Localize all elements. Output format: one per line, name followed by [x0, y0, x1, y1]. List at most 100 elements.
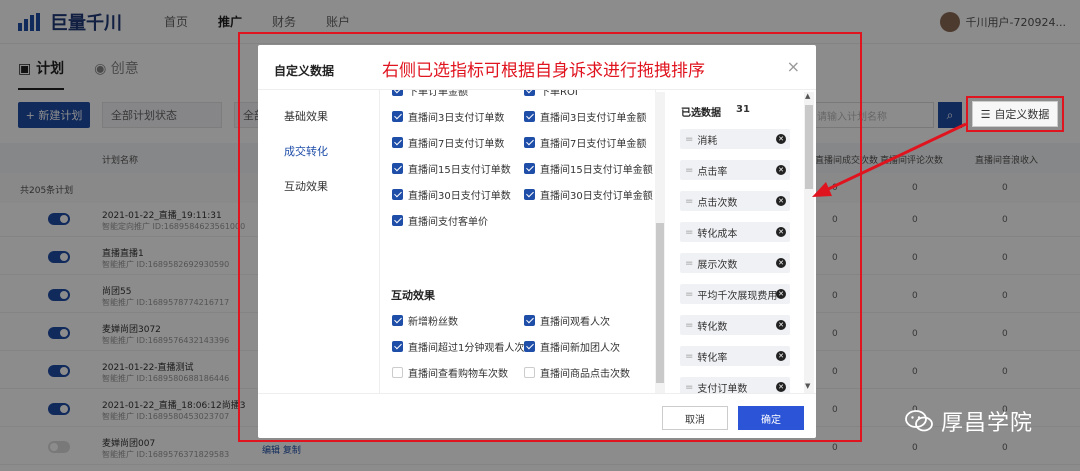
metric-checkbox[interactable]: 直播间3日支付订单数: [392, 109, 504, 124]
options-scroll-thumb[interactable]: [656, 223, 664, 383]
selected-metric-chip[interactable]: = 点击次数 ✕: [680, 191, 790, 211]
drag-handle-icon[interactable]: =: [685, 320, 693, 331]
checkbox-icon[interactable]: [392, 341, 403, 352]
checkbox-icon[interactable]: [392, 111, 403, 122]
selected-metric-chip[interactable]: = 转化率 ✕: [680, 346, 790, 366]
cancel-button[interactable]: 取消: [662, 406, 728, 430]
checkbox-icon[interactable]: [524, 90, 535, 96]
selected-metric-chip[interactable]: = 转化成本 ✕: [680, 222, 790, 242]
category-nav: 基础效果 成交转化 互动效果: [258, 90, 380, 393]
metric-checkbox[interactable]: 直播间商品点击次数: [524, 365, 630, 380]
checkbox-icon[interactable]: [524, 315, 535, 326]
list-icon: ☰: [980, 107, 991, 121]
selected-metric-chip[interactable]: = 消耗 ✕: [680, 129, 790, 149]
remove-icon[interactable]: ✕: [776, 351, 786, 361]
checkbox-icon[interactable]: [392, 315, 403, 326]
remove-icon[interactable]: ✕: [776, 227, 786, 237]
checkbox-icon[interactable]: [524, 367, 535, 378]
drag-handle-icon[interactable]: =: [685, 382, 693, 393]
drag-handle-icon[interactable]: =: [685, 196, 693, 207]
metric-label: 直播间超过1分钟观看人次: [408, 343, 525, 354]
checkbox-icon[interactable]: [392, 215, 403, 226]
checkbox-icon[interactable]: [392, 189, 403, 200]
nav-conversion[interactable]: 成交转化: [284, 143, 328, 159]
drag-handle-icon[interactable]: =: [685, 351, 693, 362]
metric-checkbox[interactable]: 下单ROI: [524, 90, 578, 98]
metric-checkbox[interactable]: 直播间超过1分钟观看人次: [392, 339, 524, 354]
checkbox-icon[interactable]: [524, 341, 535, 352]
metric-checkbox[interactable]: 直播间30日支付订单数: [392, 187, 511, 202]
metric-checkbox[interactable]: 直播间30日支付订单金额: [524, 187, 653, 202]
metric-checkbox[interactable]: 新增粉丝数: [392, 313, 458, 328]
selected-metric-chip[interactable]: = 展示次数 ✕: [680, 253, 790, 273]
remove-icon[interactable]: ✕: [776, 320, 786, 330]
checkbox-icon[interactable]: [524, 111, 535, 122]
custom-data-modal: 自定义数据 右侧已选指标可根据自身诉求进行拖拽排序 × 基础效果 成交转化 互动…: [258, 45, 816, 438]
metric-label: 直播间7日支付订单数: [408, 139, 505, 150]
selected-count: 31: [736, 104, 750, 115]
metric-checkbox[interactable]: 直播间3日支付订单金额: [524, 109, 646, 124]
watermark-text: 厚昌学院: [941, 411, 1034, 436]
scroll-down-icon[interactable]: ▼: [805, 382, 810, 390]
checkbox-icon[interactable]: [524, 189, 535, 200]
checkbox-icon[interactable]: [392, 367, 403, 378]
chip-label: 转化数: [697, 321, 728, 333]
drag-handle-icon[interactable]: =: [685, 258, 693, 269]
remove-icon[interactable]: ✕: [776, 134, 786, 144]
drag-handle-icon[interactable]: =: [685, 289, 693, 300]
metric-label: 直播间商品点击次数: [540, 369, 630, 380]
chip-label: 点击次数: [697, 197, 738, 209]
metric-checkbox[interactable]: 直播间7日支付订单金额: [524, 135, 646, 150]
metric-checkbox[interactable]: 下单订单金额: [392, 90, 468, 98]
chip-label: 转化率: [697, 352, 728, 364]
selected-metric-chip[interactable]: = 支付订单数 ✕: [680, 377, 790, 393]
metric-checkbox[interactable]: 直播间新加团人次: [524, 339, 620, 354]
annotation-text: 右侧已选指标可根据自身诉求进行拖拽排序: [382, 61, 705, 81]
metric-label: 直播间支付客单价: [408, 217, 488, 228]
custom-data-button-highlighted[interactable]: ☰ 自定义数据: [972, 101, 1058, 127]
drag-handle-icon[interactable]: =: [685, 134, 693, 145]
metric-label: 新增粉丝数: [408, 317, 458, 328]
close-icon[interactable]: ×: [787, 57, 800, 76]
scroll-up-icon[interactable]: ▲: [805, 92, 810, 100]
metric-checkbox[interactable]: 直播间查看购物车次数: [392, 365, 508, 380]
metric-label: 直播间30日支付订单数: [408, 191, 511, 202]
metric-label: 直播间15日支付订单金额: [540, 165, 653, 176]
selected-metrics: 已选数据 31 = 消耗 ✕ = 点击率 ✕ = 点击次数 ✕ = 转化成本 ✕ = 展示次数 ✕ = 平均千次…: [666, 90, 816, 393]
checkbox-icon[interactable]: [392, 137, 403, 148]
modal-footer: 取消 确定: [258, 393, 816, 438]
nav-basic-effect[interactable]: 基础效果: [284, 108, 328, 124]
drag-handle-icon[interactable]: =: [685, 227, 693, 238]
confirm-button[interactable]: 确定: [738, 406, 804, 430]
metric-checkbox[interactable]: 直播间15日支付订单数: [392, 161, 511, 176]
remove-icon[interactable]: ✕: [776, 382, 786, 392]
metric-checkbox[interactable]: 直播间7日支付订单数: [392, 135, 504, 150]
selected-metric-chip[interactable]: = 平均千次展现费用 ✕: [680, 284, 790, 304]
checkbox-icon[interactable]: [392, 163, 403, 174]
remove-icon[interactable]: ✕: [776, 165, 786, 175]
chip-label: 消耗: [697, 135, 718, 147]
metric-label: 直播间观看人次: [540, 317, 610, 328]
drag-handle-icon[interactable]: =: [685, 165, 693, 176]
metric-label: 直播间15日支付订单数: [408, 165, 511, 176]
checkbox-icon[interactable]: [392, 90, 403, 96]
checkbox-icon[interactable]: [524, 163, 535, 174]
metric-options: 下单订单金额 下单ROI 直播间3日支付订单数 直播间3日支付订单金额 直播间7日支付订…: [380, 90, 656, 393]
selected-metric-chip[interactable]: = 转化数 ✕: [680, 315, 790, 335]
metric-checkbox[interactable]: 直播间15日支付订单金额: [524, 161, 653, 176]
remove-icon[interactable]: ✕: [776, 196, 786, 206]
selected-metric-chip[interactable]: = 点击率 ✕: [680, 160, 790, 180]
nav-interaction[interactable]: 互动效果: [284, 178, 328, 194]
metric-label: 下单订单金额: [408, 90, 468, 98]
remove-icon[interactable]: ✕: [776, 258, 786, 268]
selected-scroll-thumb[interactable]: [805, 105, 813, 189]
interaction-section-title: 互动效果: [391, 289, 435, 302]
remove-icon[interactable]: ✕: [776, 289, 786, 299]
wechat-icon: [905, 410, 933, 432]
metric-label: 直播间新加团人次: [540, 343, 620, 354]
chip-label: 点击率: [697, 166, 728, 178]
metric-checkbox[interactable]: 直播间观看人次: [524, 313, 610, 328]
checkbox-icon[interactable]: [524, 137, 535, 148]
metric-checkbox[interactable]: 直播间支付客单价: [392, 213, 488, 228]
selected-title: 已选数据: [681, 108, 721, 119]
